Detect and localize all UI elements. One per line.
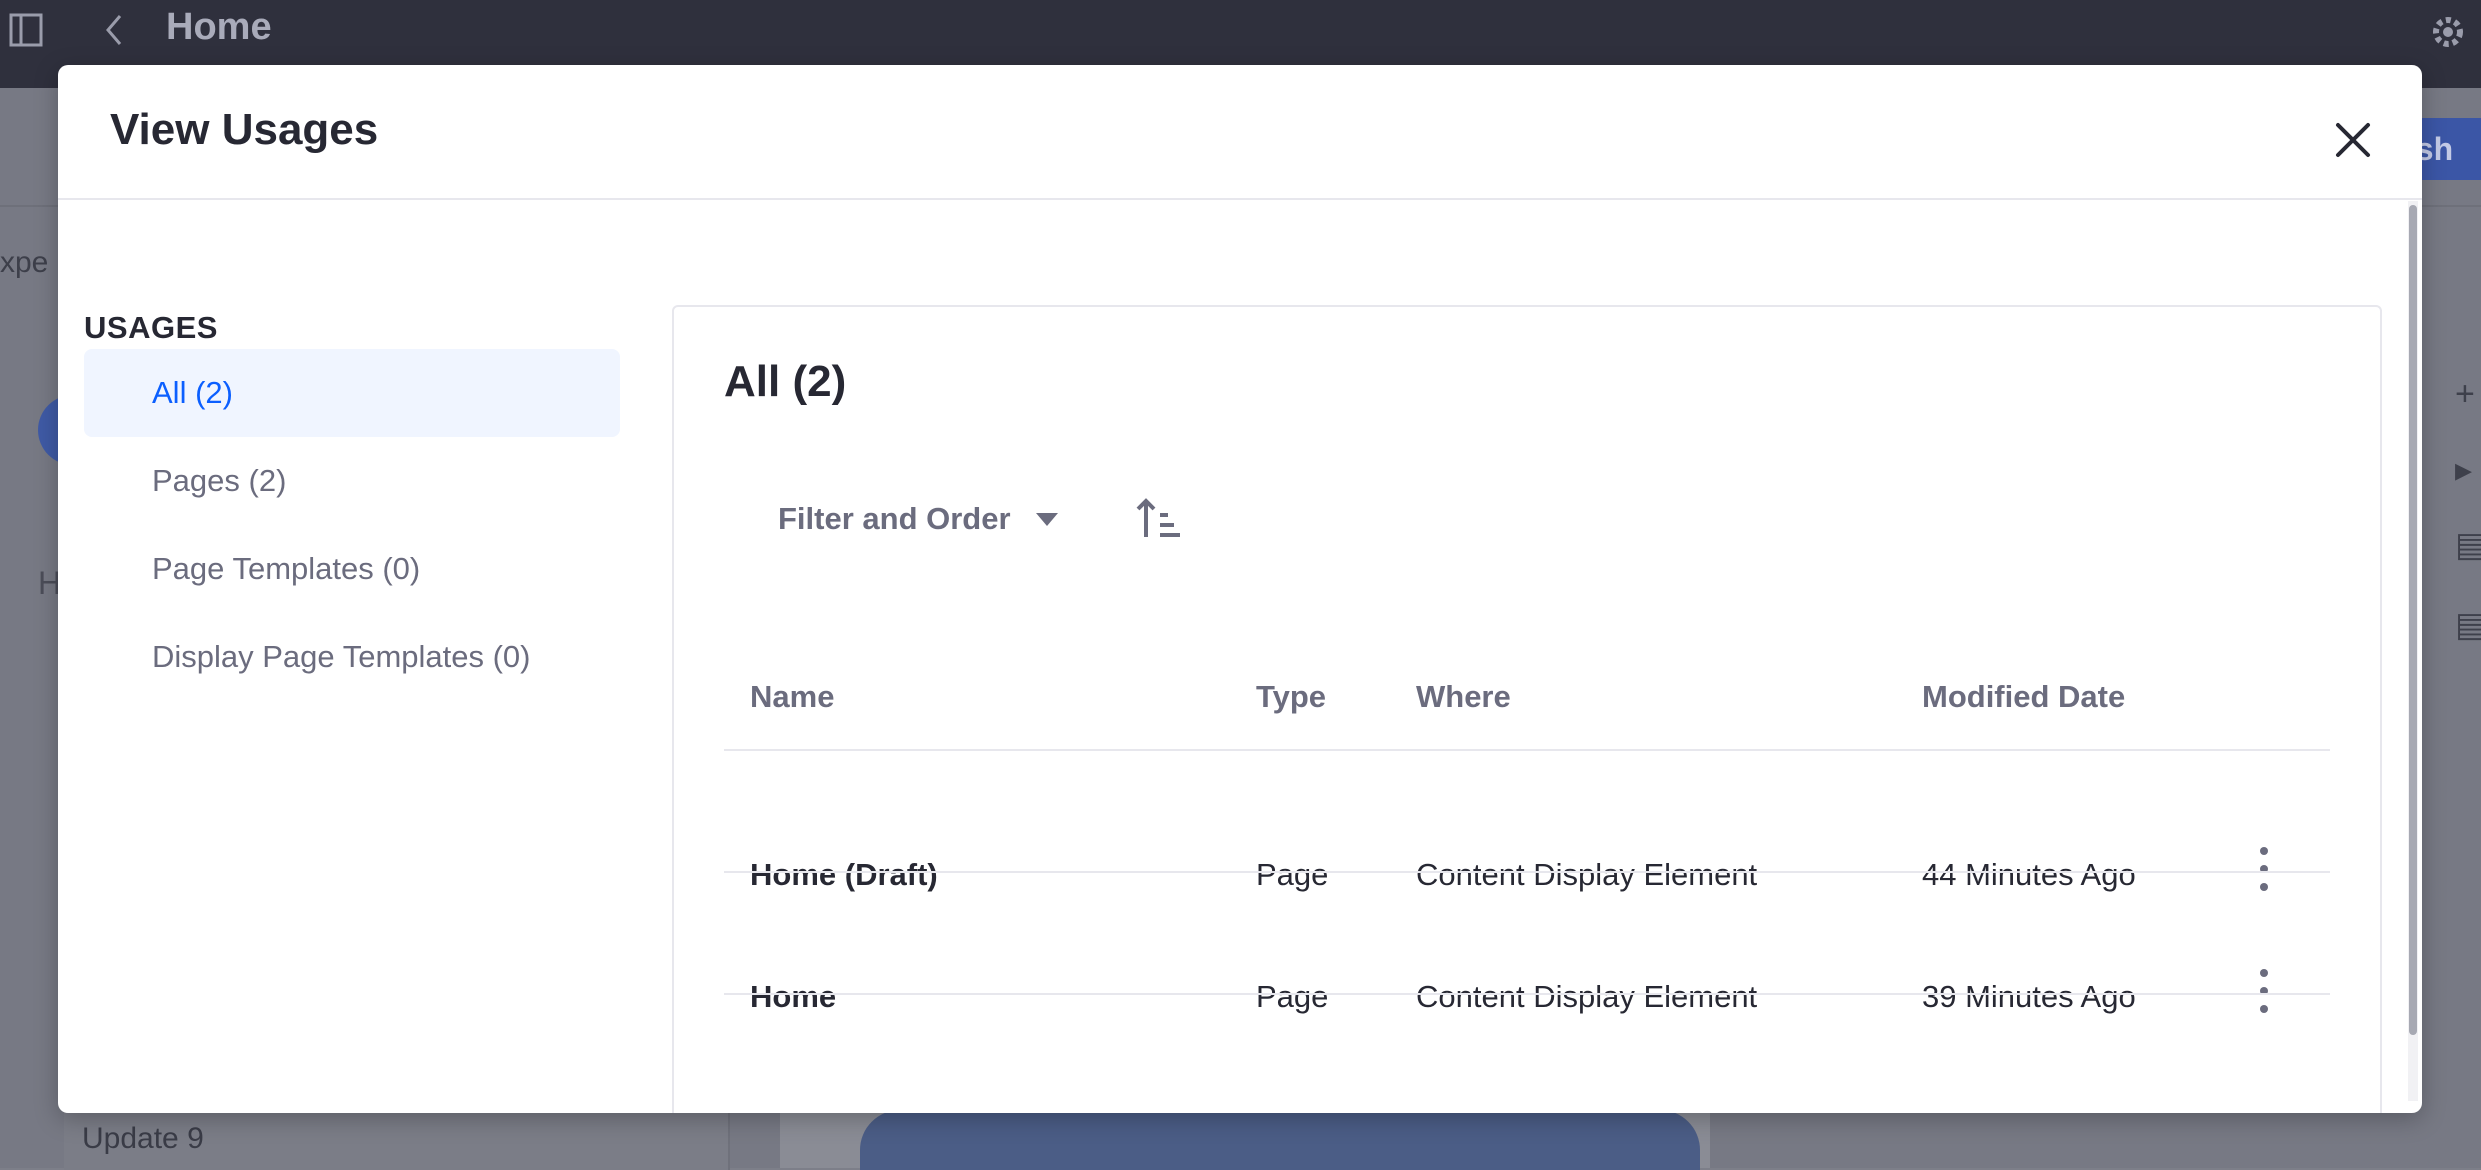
bg-illustration [860, 1110, 1700, 1170]
row-1-where: Content Display Element [1416, 857, 1758, 892]
column-header-name[interactable]: Name [750, 679, 834, 715]
usages-heading: USAGES [84, 310, 218, 345]
row-2-type: Page [1256, 979, 1329, 1014]
row-1-actions-kebab-icon[interactable] [2244, 839, 2284, 899]
row-2-name: Home [750, 979, 837, 1014]
add-icon[interactable]: + [2455, 375, 2475, 414]
sidebar-item-pages[interactable]: Pages (2) [84, 437, 620, 525]
sort-ascending-icon[interactable] [1134, 493, 1186, 545]
row-1-type: Page [1256, 857, 1329, 892]
usages-panel: All (2) Filter and Order Name Type Where… [672, 305, 2382, 1113]
sidebar-item-page-templates[interactable]: Page Templates (0) [84, 525, 620, 613]
paint-icon[interactable]: ▤ [2455, 525, 2481, 565]
sidebar-item-display-page-templates[interactable]: Display Page Templates (0) [84, 613, 620, 701]
close-icon [2336, 123, 2370, 157]
modal-header: View Usages [58, 65, 2422, 200]
modal-title: View Usages [110, 105, 379, 154]
column-header-type[interactable]: Type [1256, 679, 1326, 715]
comment-icon[interactable]: ▤ [2455, 605, 2481, 645]
filter-and-order-button[interactable]: Filter and Order [778, 487, 1011, 551]
row-2-actions-kebab-icon[interactable] [2244, 961, 2284, 1021]
column-header-modified-date[interactable]: Modified Date [1922, 679, 2125, 715]
app-page-title: Home [166, 6, 272, 48]
row-2-where: Content Display Element [1416, 979, 1758, 1014]
row-1-modified: 44 Minutes Ago [1922, 857, 2136, 892]
cursor-icon[interactable]: ▸ [2455, 450, 2472, 490]
table-row-divider [724, 993, 2330, 995]
bg-sidebar-label: xpe [0, 246, 49, 279]
caret-down-icon[interactable] [1036, 513, 1058, 526]
sidebar-toggle-icon[interactable] [8, 12, 44, 56]
row-1-name: Home (Draft) [750, 857, 938, 892]
table-row-divider [724, 871, 2330, 873]
column-header-where[interactable]: Where [1416, 679, 1511, 715]
table-divider [724, 749, 2330, 751]
sidebar-item-all[interactable]: All (2) [84, 349, 620, 437]
modal-scroll-thumb[interactable] [2409, 205, 2417, 1035]
gear-icon[interactable] [2428, 12, 2468, 60]
panel-title: All (2) [724, 357, 847, 406]
view-usages-modal: View Usages USAGES All (2) Pages (2) Pag… [58, 65, 2422, 1113]
back-chevron-icon[interactable] [100, 12, 130, 56]
close-button[interactable] [2320, 107, 2386, 173]
bg-update-text: Update 9 [82, 1122, 204, 1155]
row-2-modified: 39 Minutes Ago [1922, 979, 2136, 1014]
